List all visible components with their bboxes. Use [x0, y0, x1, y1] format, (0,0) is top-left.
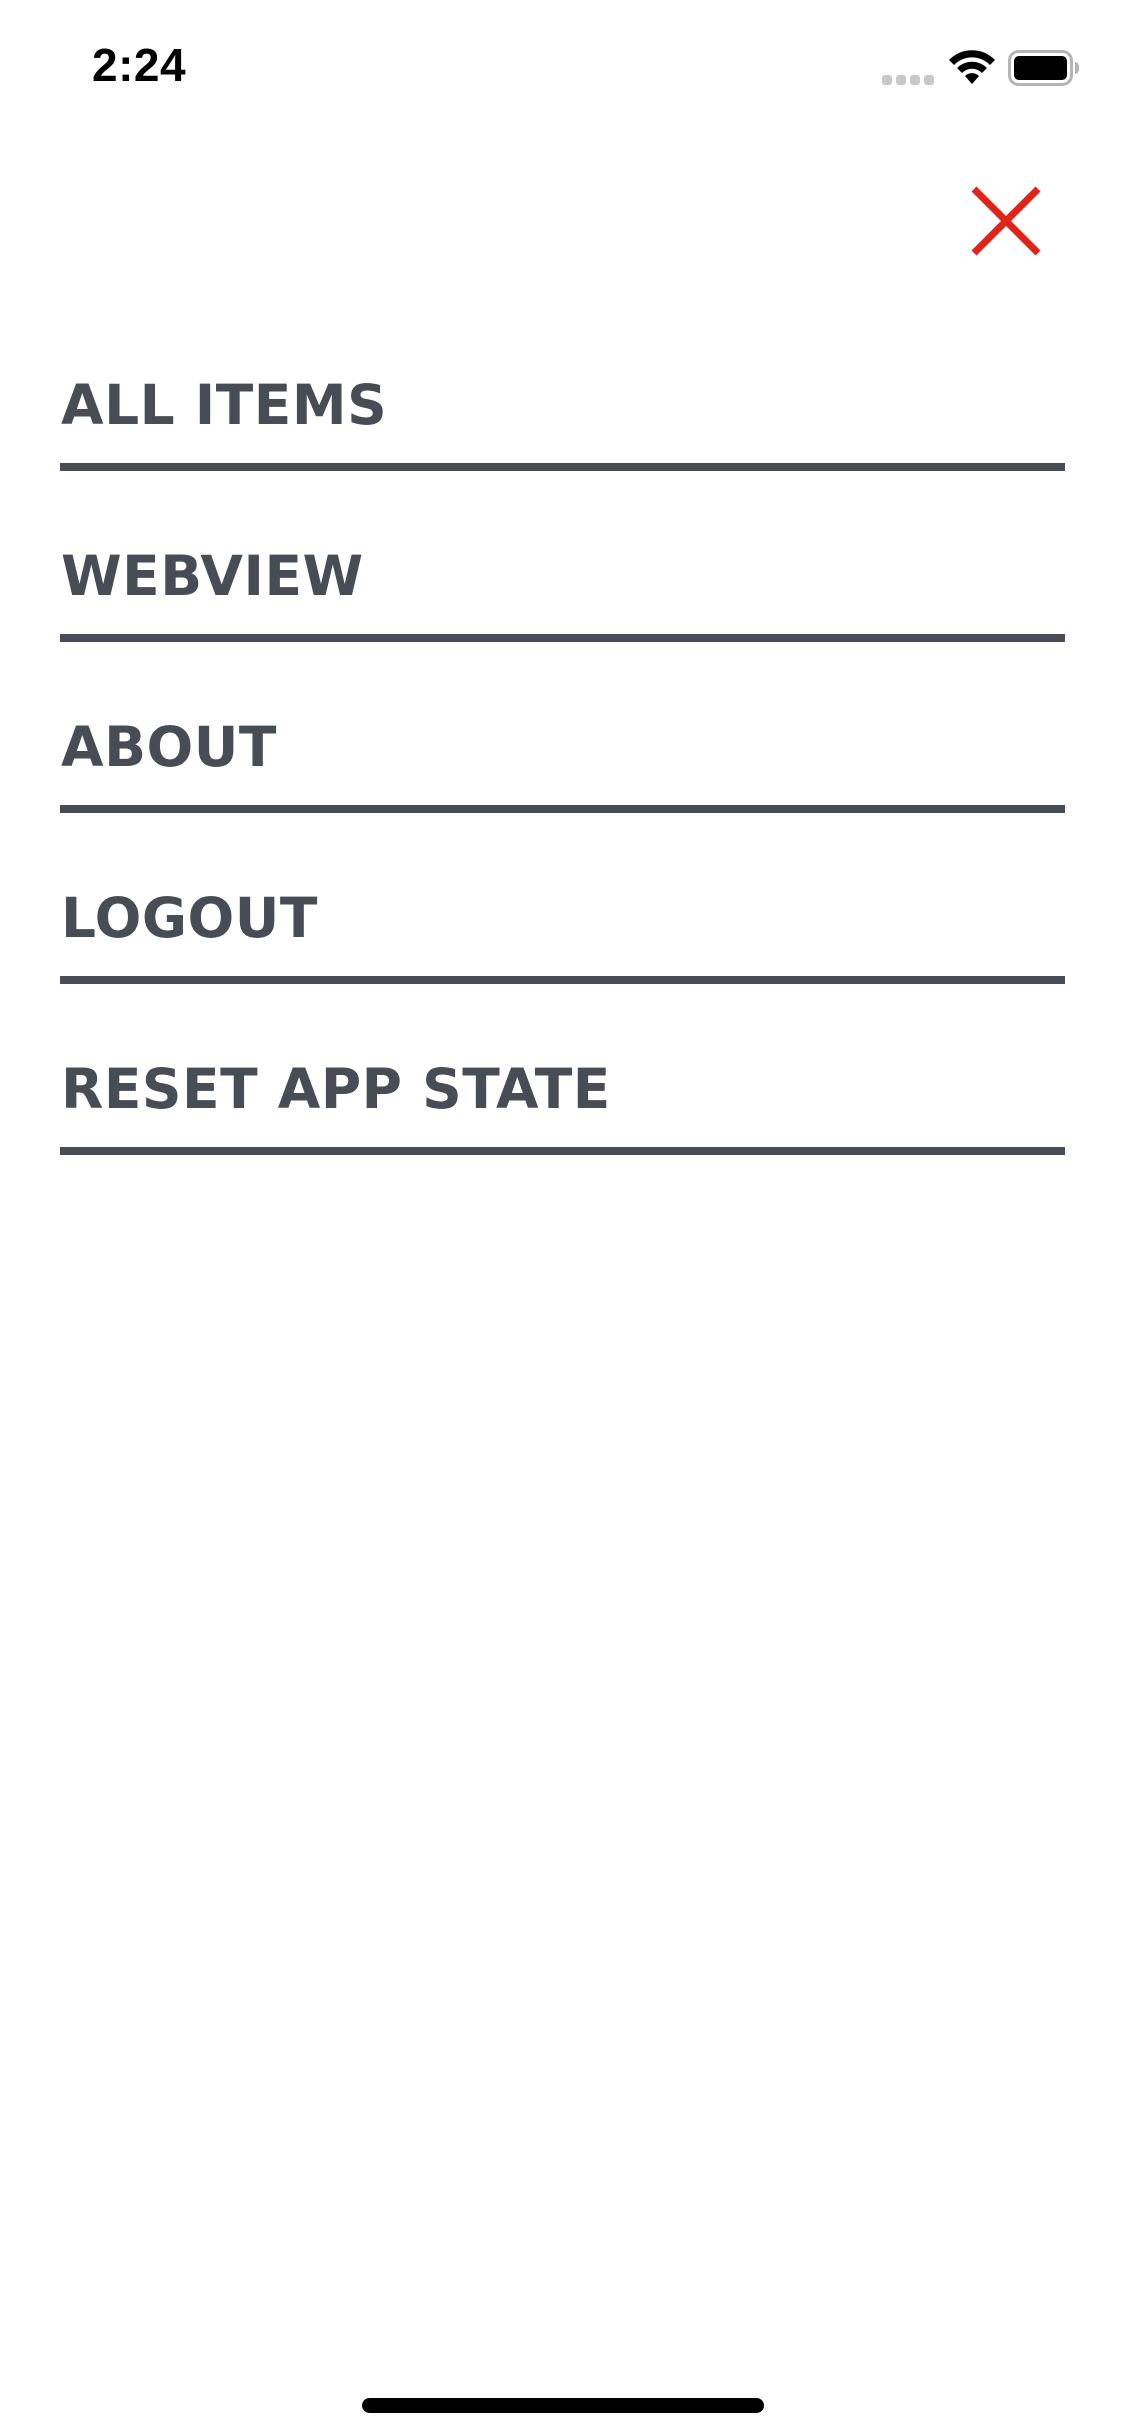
- menu-divider: [60, 463, 1065, 471]
- side-menu: ALL ITEMS WEBVIEW ABOUT LOGOUT RESET APP…: [60, 300, 1065, 1155]
- menu-item-label: RESET APP STATE: [61, 1057, 611, 1121]
- status-time: 2:24: [92, 39, 187, 91]
- menu-item-webview[interactable]: WEBVIEW: [60, 471, 1065, 642]
- menu-item-label: ABOUT: [61, 715, 277, 779]
- menu-item-all-items[interactable]: ALL ITEMS: [60, 300, 1065, 471]
- menu-divider: [60, 976, 1065, 984]
- battery-icon: [1008, 50, 1079, 86]
- menu-divider: [60, 805, 1065, 813]
- wifi-icon: [949, 50, 995, 84]
- menu-divider: [60, 634, 1065, 642]
- home-indicator[interactable]: [362, 2398, 764, 2413]
- menu-item-reset-app-state[interactable]: RESET APP STATE: [60, 984, 1065, 1155]
- status-bar: 2:24: [0, 0, 1125, 140]
- menu-item-label: ALL ITEMS: [61, 373, 388, 437]
- cellular-signal-icon: [882, 75, 934, 85]
- menu-divider: [60, 1147, 1065, 1155]
- menu-item-about[interactable]: ABOUT: [60, 642, 1065, 813]
- menu-item-label: WEBVIEW: [61, 544, 364, 608]
- close-menu-button[interactable]: [960, 175, 1052, 267]
- close-icon: [971, 186, 1041, 256]
- menu-item-logout[interactable]: LOGOUT: [60, 813, 1065, 984]
- menu-item-label: LOGOUT: [61, 886, 318, 950]
